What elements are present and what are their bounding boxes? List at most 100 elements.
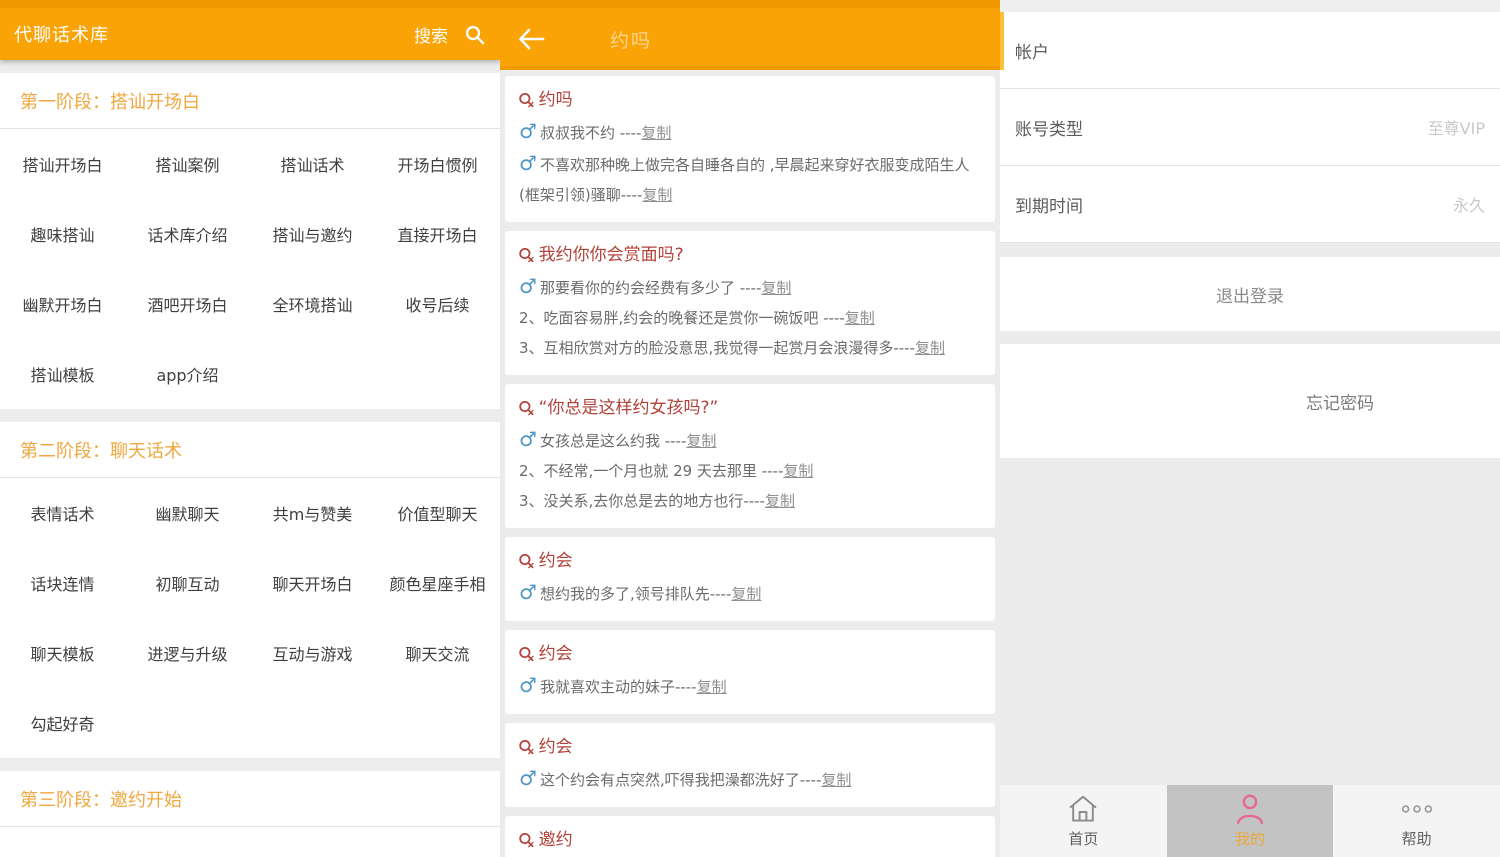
phrase-card-list: ♀约吗♂叔叔我不约 ----复制♂不喜欢那种晚上做完各自睡各自的 ,早晨起来穿好… <box>500 70 1000 857</box>
female-symbol-icon: ♀ <box>514 396 539 421</box>
account-row: 帐户 <box>1000 12 1500 89</box>
bottom-nav-bar: 首页我的 帮助 <box>1000 785 1500 857</box>
phrase-card: ♀约吗♂叔叔我不约 ----复制♂不喜欢那种晚上做完各自睡各自的 ,早晨起来穿好… <box>505 76 995 222</box>
phrase-line: ♂我就喜欢主动的妹子----复制 <box>519 670 981 702</box>
copy-link[interactable]: 复制 <box>783 462 813 480</box>
category-item[interactable]: 直接开场白 <box>375 199 500 269</box>
category-item[interactable]: 幽默聊天 <box>125 478 250 548</box>
phrase-card-title-row: ♀邀约 <box>519 827 981 853</box>
logout-button[interactable]: 退出登录 <box>1000 257 1500 331</box>
right-top-gap <box>1000 0 1500 12</box>
phrase-card: ♀约会 ♂想约我的多了,领号排队先----复制 <box>505 537 995 621</box>
phrase-card-title: 我约你你会赏面吗? <box>539 242 684 268</box>
category-item[interactable]: 话术库介绍 <box>125 199 250 269</box>
male-symbol-icon: ♂ <box>519 427 537 451</box>
category-item[interactable]: 共m与赞美 <box>250 478 375 548</box>
category-item[interactable]: 勾起好奇 <box>0 688 125 758</box>
phrase-text: 2、不经常,一个月也就 29 天去那里 ---- <box>519 462 783 480</box>
nav-tab-person[interactable]: 我的 <box>1167 785 1334 857</box>
category-item[interactable]: 聊天开场白 <box>250 548 375 618</box>
screen-edge-sliver <box>1000 12 1004 70</box>
category-grid: 表情话术幽默聊天共m与赞美价值型聊天话块连情初聊互动聊天开场白颜色星座手相聊天模… <box>0 478 500 758</box>
phrase-text: 叔叔我不约 ---- <box>540 124 641 142</box>
account-row-value: 永久 <box>1453 192 1485 216</box>
category-item[interactable]: 话块连情 <box>0 548 125 618</box>
phrase-card-title-row: ♀约会 <box>519 641 981 667</box>
account-row-value: 至尊VIP <box>1428 115 1485 139</box>
category-item[interactable]: 收号后续 <box>375 269 500 339</box>
gap <box>1000 331 1500 344</box>
phrase-card-title: 约会 <box>539 548 573 574</box>
category-item[interactable]: 搭讪案例 <box>125 129 250 199</box>
category-item[interactable]: 幽默开场白 <box>0 269 125 339</box>
category-item[interactable]: 聊天模板 <box>0 618 125 688</box>
phrase-card-title-row: ♀我约你你会赏面吗? <box>519 242 981 268</box>
app-root: 代聊话术库 搜索 第一阶段：搭讪开场白搭讪开场白搭讪案例搭讪话术开场白惯例趣味搭… <box>0 0 1500 857</box>
copy-link[interactable]: 复制 <box>731 585 761 603</box>
forgot-password-link[interactable]: 忘记密码 <box>1306 389 1374 414</box>
copy-link[interactable]: 复制 <box>915 339 945 357</box>
copy-link[interactable]: 复制 <box>761 279 791 297</box>
nav-tab-home[interactable]: 首页 <box>1000 785 1167 857</box>
phrase-card: ♀“你总是这样约女孩吗?”♂女孩总是这么约我 ----复制2、不经常,一个月也就… <box>505 384 995 528</box>
category-item[interactable]: 表情话术 <box>0 478 125 548</box>
copy-link[interactable]: 复制 <box>845 309 875 327</box>
category-item[interactable]: app介绍 <box>125 339 250 409</box>
phrase-card: ♀我约你你会赏面吗?♂那要看你的约会经费有多少了 ----复制2、吃面容易胖,约… <box>505 231 995 375</box>
male-symbol-icon: ♂ <box>519 766 537 790</box>
female-symbol-icon: ♀ <box>514 549 539 574</box>
phrase-line: ♂想约我的多了,领号排队先----复制 <box>519 577 981 609</box>
back-arrow-icon[interactable] <box>516 26 546 52</box>
male-symbol-icon: ♂ <box>519 119 537 143</box>
phrase-line: 2、不经常,一个月也就 29 天去那里 ----复制 <box>519 456 981 486</box>
section-title: 第三阶段：邀约开始 <box>20 786 182 812</box>
copy-link[interactable]: 复制 <box>765 492 795 510</box>
section-title: 第二阶段：聊天话术 <box>20 437 182 463</box>
category-item[interactable]: 搭讪开场白 <box>0 129 125 199</box>
category-item[interactable]: 聊天交流 <box>375 618 500 688</box>
search-button[interactable]: 搜索 <box>414 22 448 47</box>
category-item[interactable]: 搭讪模板 <box>0 339 125 409</box>
phrase-line: ♂不喜欢那种晚上做完各自睡各自的 ,早晨起来穿好衣服变成陌生人(框架引领)骚聊-… <box>519 148 981 210</box>
nav-tab-label: 我的 <box>1235 828 1265 849</box>
copy-link[interactable]: 复制 <box>641 124 671 142</box>
male-symbol-icon: ♂ <box>519 151 537 175</box>
copy-link[interactable]: 复制 <box>697 678 727 696</box>
male-symbol-icon: ♂ <box>519 274 537 298</box>
phrase-text: 我就喜欢主动的妹子---- <box>540 678 697 696</box>
phrase-line: ♂这个约会有点突然,吓得我把澡都洗好了----复制 <box>519 763 981 795</box>
phrase-card-title: 邀约 <box>539 827 573 853</box>
category-item[interactable]: 搭讪话术 <box>250 129 375 199</box>
category-item[interactable]: 趣味搭讪 <box>0 199 125 269</box>
forgot-password-row: 忘记密码 <box>1000 344 1500 458</box>
nav-tab-more[interactable]: 帮助 <box>1333 785 1500 857</box>
phrase-line: ♂那要看你的约会经费有多少了 ----复制 <box>519 271 981 303</box>
phrase-card-title: “你总是这样约女孩吗?” <box>539 395 719 421</box>
account-row-label: 账号类型 <box>1015 115 1083 140</box>
category-item[interactable]: 颜色星座手相 <box>375 548 500 618</box>
male-symbol-icon: ♂ <box>519 673 537 697</box>
app-title: 代聊话术库 <box>14 21 109 47</box>
category-item[interactable]: 价值型聊天 <box>375 478 500 548</box>
page-title: 约吗 <box>610 26 652 53</box>
copy-link[interactable]: 复制 <box>821 771 851 789</box>
category-item[interactable]: 酒吧开场白 <box>125 269 250 339</box>
account-row-label: 帐户 <box>1015 38 1049 63</box>
copy-link[interactable]: 复制 <box>686 432 716 450</box>
category-item[interactable]: 搭讪与邀约 <box>250 199 375 269</box>
phrase-line: ♂叔叔我不约 ----复制 <box>519 116 981 148</box>
copy-link[interactable]: 复制 <box>642 186 672 204</box>
phrase-text: 女孩总是这么约我 ---- <box>540 432 686 450</box>
search-icon[interactable] <box>463 23 486 46</box>
phrase-card-title: 约会 <box>539 734 573 760</box>
category-item[interactable]: 初聊互动 <box>125 548 250 618</box>
category-item[interactable]: 进逻与升级 <box>125 618 250 688</box>
section-gap <box>0 758 500 771</box>
gap <box>1000 243 1500 257</box>
section-title-block: 第一阶段：搭讪开场白 <box>0 73 500 128</box>
category-item[interactable]: 开场白惯例 <box>375 129 500 199</box>
phrase-card: ♀邀约♂报上你的位置,我看看穿过一个街道的距离,能不能听到你的呼吸声---- <box>505 816 995 857</box>
section-title: 第一阶段：搭讪开场白 <box>20 88 200 114</box>
category-item[interactable]: 互动与游戏 <box>250 618 375 688</box>
category-item[interactable]: 全环境搭讪 <box>250 269 375 339</box>
